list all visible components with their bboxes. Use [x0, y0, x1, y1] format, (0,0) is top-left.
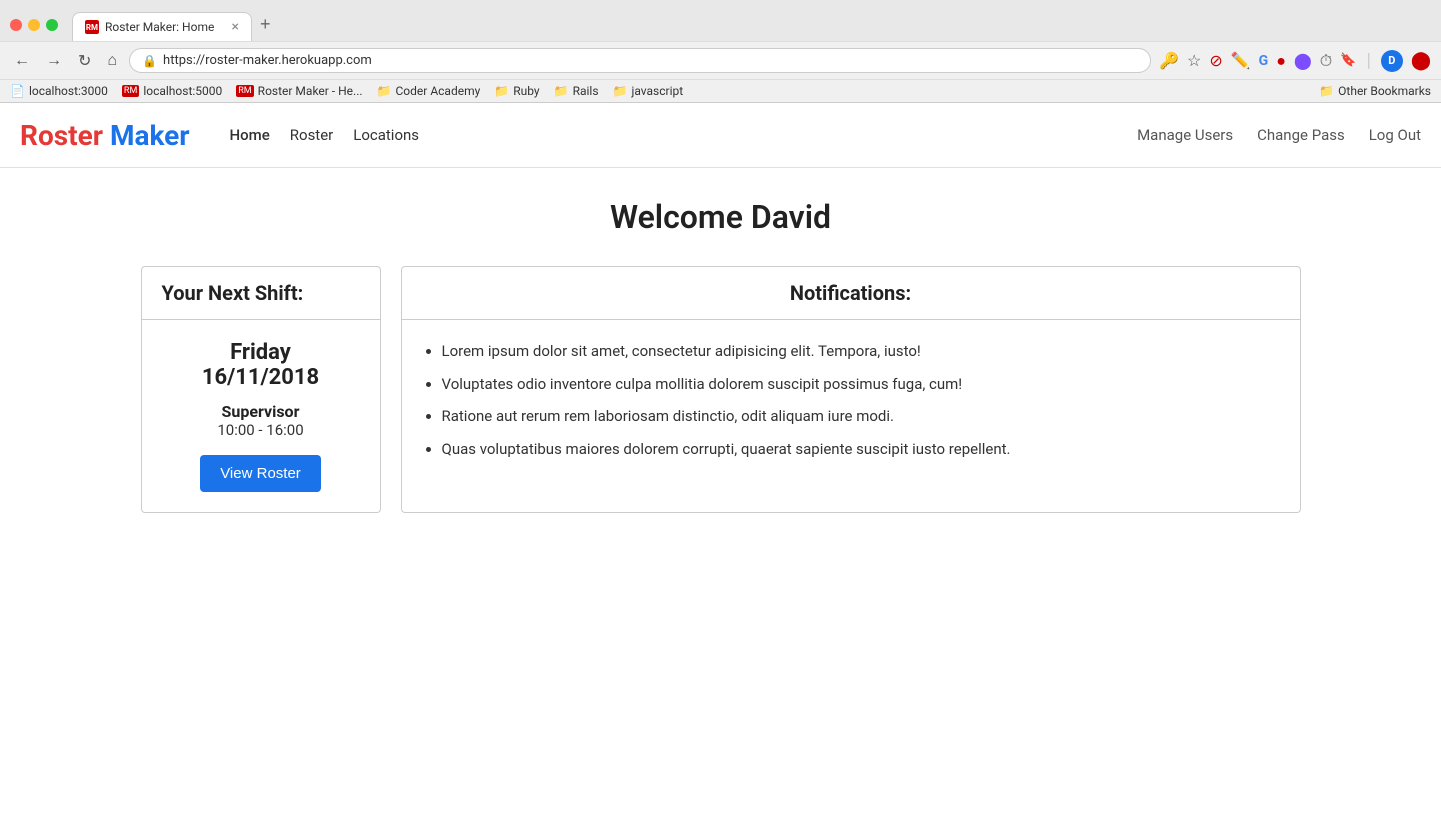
traffic-lights [10, 19, 58, 31]
lock-icon: 🔒 [142, 54, 157, 68]
lastpass-icon[interactable]: ● [1276, 51, 1286, 71]
bookmark-label: javascript [631, 84, 683, 98]
change-pass-link[interactable]: Change Pass [1257, 126, 1345, 144]
cards-row: Your Next Shift: Friday 16/11/2018 Super… [141, 266, 1301, 513]
notifications-card-header: Notifications: [402, 267, 1300, 320]
url-text: https://roster-maker.herokuapp.com [163, 53, 372, 68]
bookmark-label: Roster Maker - He... [258, 84, 363, 98]
close-window-button[interactable] [10, 19, 22, 31]
bookmark-ruby[interactable]: 📁 Ruby [494, 84, 539, 98]
bookmark-folder-icon: 📁 [377, 84, 392, 98]
bookmark-label: Coder Academy [395, 84, 480, 98]
google-icon[interactable]: G [1259, 53, 1269, 69]
forward-button[interactable]: → [42, 50, 66, 72]
bookmark-localhost5000[interactable]: RM localhost:5000 [122, 84, 222, 98]
shift-time: 10:00 - 16:00 [162, 421, 360, 439]
other-bookmarks-label: Other Bookmarks [1338, 84, 1431, 98]
minimize-window-button[interactable] [28, 19, 40, 31]
active-tab[interactable]: RM Roster Maker: Home × [72, 12, 252, 41]
bookmark-favicon-rm2: RM [236, 85, 253, 97]
bookmark-folder-icon4: 📁 [613, 84, 628, 98]
bookmark-favicon-rm1: RM [122, 85, 139, 97]
log-out-link[interactable]: Log Out [1369, 126, 1421, 144]
shift-role: Supervisor [162, 402, 360, 421]
reload-button[interactable]: ↻ [74, 49, 95, 73]
new-tab-button[interactable]: + [252, 8, 279, 41]
notification-item: Lorem ipsum dolor sit amet, consectetur … [442, 340, 1280, 363]
toolbar-icons: 🔑 ☆ ⊘ ✏️ G ● ⬤ ⏱ 🔖 | D ⬤ [1159, 50, 1431, 72]
shift-day: Friday [162, 340, 360, 365]
shift-date: 16/11/2018 [162, 365, 360, 390]
star-icon[interactable]: ☆ [1187, 51, 1201, 70]
maximize-window-button[interactable] [46, 19, 58, 31]
nav-home-link[interactable]: Home [230, 126, 270, 144]
settings-icon[interactable]: ⬤ [1411, 50, 1431, 71]
adblock-icon[interactable]: ⊘ [1209, 51, 1222, 70]
welcome-title: Welcome David [141, 198, 1301, 236]
other-bookmarks-folder-icon: 📁 [1319, 84, 1334, 98]
bookmark-label: Rails [573, 84, 599, 98]
brand-logo[interactable]: Roster Maker [20, 119, 190, 152]
notification-item: Quas voluptatibus maiores dolorem corrup… [442, 438, 1280, 461]
home-button[interactable]: ⌂ [103, 50, 121, 72]
bookmark-folder-icon2: 📁 [494, 84, 509, 98]
back-button[interactable]: ← [10, 50, 34, 72]
history-icon[interactable]: ⏱ [1320, 51, 1332, 71]
bookmarks-bar: 📄 localhost:3000 RM localhost:5000 RM Ro… [0, 79, 1441, 102]
bookmark-coder-academy[interactable]: 📁 Coder Academy [377, 84, 481, 98]
tab-title: Roster Maker: Home [105, 20, 214, 34]
bookmark-file-icon: 📄 [10, 84, 25, 98]
notification-item: Ratione aut rerum rem laboriosam distinc… [442, 405, 1280, 428]
main-content: Welcome David Your Next Shift: Friday 16… [121, 168, 1321, 543]
bookmark-label: Ruby [513, 84, 539, 98]
nav-locations-link[interactable]: Locations [353, 126, 419, 144]
app-nav: Roster Maker Home Roster Locations Manag… [0, 103, 1441, 168]
browser-toolbar: ← → ↻ ⌂ 🔒 https://roster-maker.herokuapp… [0, 41, 1441, 79]
nav-right-links: Manage Users Change Pass Log Out [1137, 126, 1421, 144]
brand-roster-text: Roster [20, 119, 103, 152]
tab-favicon: RM [85, 20, 99, 34]
extension-icon[interactable]: ⬤ [1294, 51, 1312, 70]
nav-links: Home Roster Locations [230, 126, 1138, 144]
bookmark-folder-icon3: 📁 [554, 84, 569, 98]
key-icon[interactable]: 🔑 [1159, 51, 1179, 70]
browser-chrome: RM Roster Maker: Home × + ← → ↻ ⌂ 🔒 http… [0, 0, 1441, 103]
shift-card-body: Friday 16/11/2018 Supervisor 10:00 - 16:… [142, 320, 380, 512]
nav-roster-link[interactable]: Roster [290, 126, 333, 144]
brand-maker-text: Maker [103, 119, 190, 152]
address-bar[interactable]: 🔒 https://roster-maker.herokuapp.com [129, 48, 1151, 73]
bookmark-roster-maker[interactable]: RM Roster Maker - He... [236, 84, 362, 98]
notification-item: Voluptates odio inventore culpa mollitia… [442, 373, 1280, 396]
shift-card-header: Your Next Shift: [142, 267, 380, 320]
bookmark-javascript[interactable]: 📁 javascript [613, 84, 684, 98]
view-roster-button[interactable]: View Roster [200, 455, 321, 492]
bookmark-icon[interactable]: 🔖 [1340, 53, 1356, 68]
other-bookmarks[interactable]: 📁 Other Bookmarks [1319, 84, 1431, 98]
bookmark-localhost3000[interactable]: 📄 localhost:3000 [10, 84, 108, 98]
notifications-card: Notifications: Lorem ipsum dolor sit ame… [401, 266, 1301, 513]
browser-titlebar: RM Roster Maker: Home × + [0, 0, 1441, 41]
user-avatar[interactable]: D [1381, 50, 1403, 72]
bookmark-label: localhost:5000 [143, 84, 222, 98]
bookmark-rails[interactable]: 📁 Rails [554, 84, 599, 98]
notifications-list: Lorem ipsum dolor sit amet, consectetur … [422, 340, 1280, 460]
notifications-card-body: Lorem ipsum dolor sit amet, consectetur … [402, 320, 1300, 490]
tab-bar: RM Roster Maker: Home × + [72, 8, 1431, 41]
manage-users-link[interactable]: Manage Users [1137, 126, 1233, 144]
bookmark-label: localhost:3000 [29, 84, 108, 98]
tab-close-button[interactable]: × [232, 19, 239, 35]
pen-icon[interactable]: ✏️ [1231, 51, 1251, 70]
shift-card: Your Next Shift: Friday 16/11/2018 Super… [141, 266, 381, 513]
separator: | [1366, 50, 1370, 71]
